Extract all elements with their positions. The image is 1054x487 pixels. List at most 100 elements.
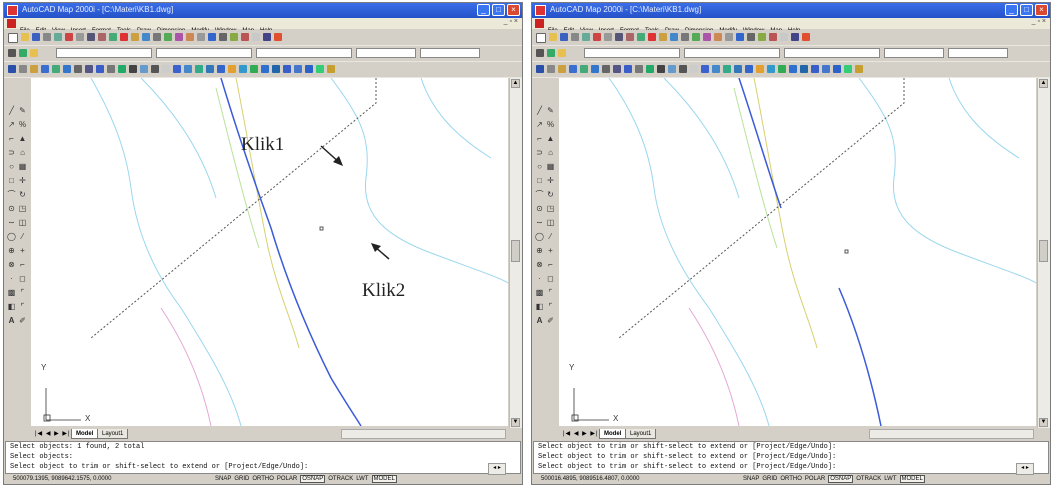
layer-dropdown[interactable] — [584, 48, 680, 58]
drawing-area[interactable]: Klik1 Klik2 Y X — [31, 78, 508, 426]
document-window-controls[interactable]: _ ▫ × — [1032, 18, 1046, 25]
polyline-tool-icon[interactable]: ⌐ — [7, 134, 16, 143]
construction-line-icon[interactable]: ↗ — [535, 120, 544, 129]
ellipse-tool-icon[interactable]: ◯ — [535, 232, 544, 241]
scale-tool-icon[interactable]: ◳ — [18, 204, 27, 213]
snap-toggle[interactable]: SNAP — [215, 476, 231, 482]
move-tool-icon[interactable]: ✛ — [18, 176, 27, 185]
color-dropdown[interactable] — [684, 48, 780, 58]
tab-layout1[interactable]: Layout1 — [97, 429, 129, 439]
scroll-up-arrow[interactable]: ▲ — [1039, 79, 1048, 88]
title-bar[interactable]: AutoCAD Map 2000i - [C:\Materi\KB1.dwg] … — [4, 3, 522, 18]
extend-tool-icon[interactable]: + — [18, 246, 27, 255]
extend-tool-icon[interactable]: + — [546, 246, 555, 255]
array-tool-icon[interactable]: ▦ — [546, 162, 555, 171]
tab-model[interactable]: Model — [599, 429, 627, 439]
model-toggle[interactable]: MODEL — [899, 475, 925, 483]
erase-tool-icon[interactable]: ✎ — [18, 106, 27, 115]
break-tool-icon[interactable]: ⌐ — [546, 260, 555, 269]
model-toggle[interactable]: MODEL — [371, 475, 397, 483]
spline-tool-icon[interactable]: ∼ — [7, 218, 16, 227]
layer-icons[interactable] — [8, 49, 56, 59]
document-icon[interactable] — [7, 19, 16, 28]
color-dropdown[interactable] — [156, 48, 252, 58]
stretch-tool-icon[interactable]: ◫ — [18, 218, 27, 227]
plotstyle-dropdown[interactable] — [420, 48, 480, 58]
scroll-down-arrow[interactable]: ▼ — [511, 418, 520, 427]
polar-toggle[interactable]: POLAR — [805, 476, 825, 482]
autocad-app-icon[interactable] — [7, 5, 18, 16]
osnap-toggle[interactable]: OSNAP — [300, 475, 326, 483]
make-block-icon[interactable]: ⊗ — [7, 260, 16, 269]
line-tool-icon[interactable]: ╱ — [535, 106, 544, 115]
scroll-down-arrow[interactable]: ▼ — [1039, 418, 1048, 427]
mtext-tool-icon[interactable]: A — [7, 316, 16, 325]
document-window-controls[interactable]: _ ▫ × — [504, 18, 518, 25]
erase-tool-icon[interactable]: ✎ — [546, 106, 555, 115]
tab-navigation-buttons[interactable]: |◀ ◀ ▶ ▶| — [35, 430, 71, 437]
hatch-tool-icon[interactable]: ▩ — [7, 288, 16, 297]
fillet-tool-icon[interactable]: ⌜ — [546, 288, 555, 297]
break-tool-icon[interactable]: ⌐ — [18, 260, 27, 269]
rotate-tool-icon[interactable]: ↻ — [546, 190, 555, 199]
autocad-app-icon[interactable] — [535, 5, 546, 16]
layer-dropdown[interactable] — [56, 48, 152, 58]
rectangle-tool-icon[interactable]: ○ — [535, 162, 544, 171]
command-line[interactable]: Select object to trim or shift-select to… — [533, 441, 1049, 475]
ellipse-tool-icon[interactable]: ◯ — [7, 232, 16, 241]
mirror-tool-icon[interactable]: ▲ — [546, 134, 555, 143]
spline-tool-icon[interactable]: ∼ — [535, 218, 544, 227]
rectangle-tool-icon[interactable]: ○ — [7, 162, 16, 171]
insert-block-icon[interactable]: ⊕ — [7, 246, 16, 255]
chamfer-tool-icon[interactable]: ◻ — [18, 274, 27, 283]
scale-tool-icon[interactable]: ◳ — [546, 204, 555, 213]
rotate-tool-icon[interactable]: ↻ — [18, 190, 27, 199]
snap-toggle[interactable]: SNAP — [743, 476, 759, 482]
command-line[interactable]: Select objects: 1 found, 2 total Select … — [5, 441, 521, 475]
close-button[interactable]: × — [1035, 4, 1048, 16]
linetype-dropdown[interactable] — [784, 48, 880, 58]
mtext-tool-icon[interactable]: A — [535, 316, 544, 325]
grid-toggle[interactable]: GRID — [234, 476, 249, 482]
copy-tool-icon[interactable]: % — [546, 120, 555, 129]
circle-tool-icon[interactable]: ⌒ — [535, 190, 544, 199]
insert-block-icon[interactable]: ⊕ — [535, 246, 544, 255]
otrack-toggle[interactable]: OTRACK — [856, 476, 881, 482]
grid-toggle[interactable]: GRID — [762, 476, 777, 482]
horizontal-scrollbar[interactable] — [341, 429, 506, 439]
drawing-area[interactable]: Y X — [559, 78, 1036, 426]
polyline-tool-icon[interactable]: ⌐ — [535, 134, 544, 143]
osnap-toggle[interactable]: OSNAP — [828, 475, 854, 483]
point-tool-icon[interactable]: · — [7, 274, 16, 283]
vertical-scroll-thumb[interactable] — [511, 240, 520, 262]
construction-line-icon[interactable]: ↗ — [7, 120, 16, 129]
otrack-toggle[interactable]: OTRACK — [328, 476, 353, 482]
map-toolbar-icons[interactable] — [536, 65, 1046, 75]
line-tool-icon[interactable]: ╱ — [7, 106, 16, 115]
lineweight-dropdown[interactable] — [356, 48, 416, 58]
trim-tool-icon[interactable]: ⁄ — [546, 232, 555, 241]
copy-tool-icon[interactable]: % — [18, 120, 27, 129]
maximize-button[interactable]: □ — [492, 4, 505, 16]
vertical-scrollbar[interactable]: ▲ ▼ — [509, 78, 522, 428]
region-tool-icon[interactable]: ◧ — [535, 302, 544, 311]
vertical-scroll-thumb[interactable] — [1039, 240, 1048, 262]
offset-tool-icon[interactable]: ⌂ — [18, 148, 27, 157]
map-toolbar-icons[interactable] — [8, 65, 518, 75]
fillet-tool-icon[interactable]: ⌜ — [18, 288, 27, 297]
revcloud-tool-icon[interactable]: ⊙ — [7, 204, 16, 213]
mirror-tool-icon[interactable]: ▲ — [18, 134, 27, 143]
pencil-tool-icon[interactable]: ✐ — [546, 316, 555, 325]
lwt-toggle[interactable]: LWT — [356, 476, 368, 482]
polygon-tool-icon[interactable]: ⊃ — [535, 148, 544, 157]
plotstyle-dropdown[interactable] — [948, 48, 1008, 58]
document-icon[interactable] — [535, 19, 544, 28]
polar-toggle[interactable]: POLAR — [277, 476, 297, 482]
arc-tool-icon[interactable]: □ — [535, 176, 544, 185]
chamfer-tool-icon[interactable]: ◻ — [546, 274, 555, 283]
arc-tool-icon[interactable]: □ — [7, 176, 16, 185]
explode-tool-icon[interactable]: ⌜ — [546, 302, 555, 311]
maximize-button[interactable]: □ — [1020, 4, 1033, 16]
revcloud-tool-icon[interactable]: ⊙ — [535, 204, 544, 213]
minimize-button[interactable]: _ — [1005, 4, 1018, 16]
